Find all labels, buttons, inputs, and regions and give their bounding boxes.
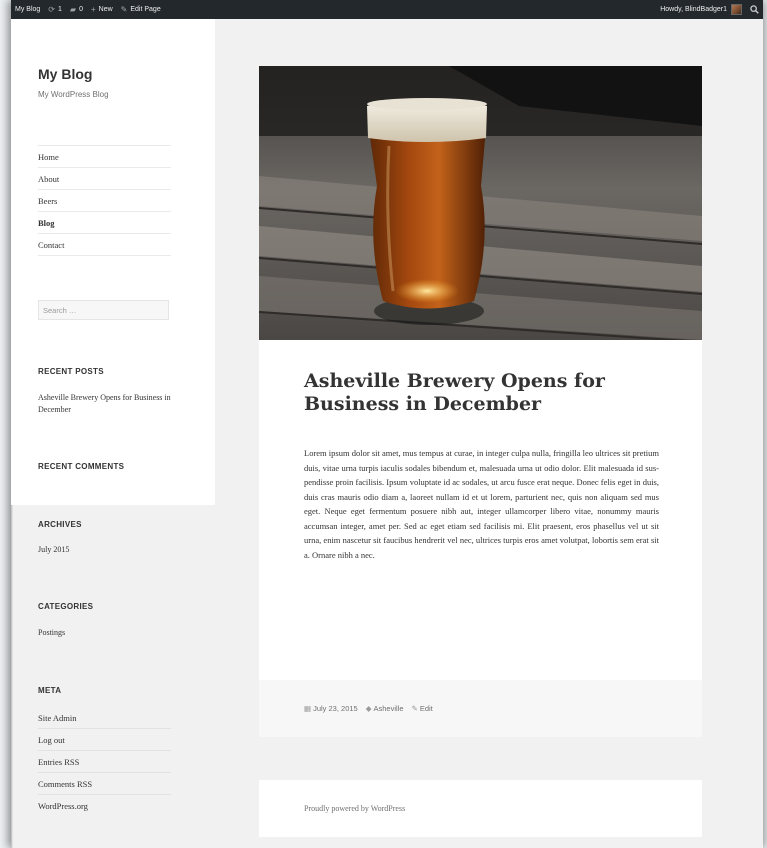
site-title[interactable]: My Blog [38,66,92,82]
sidebar: My Blog My WordPress Blog Home About Bee… [11,19,215,505]
admin-bar-edit-page[interactable]: ✎ Edit Page [117,5,165,14]
updates-count: 1 [58,6,62,13]
admin-bar-left: My Blog ⟳ 1 ▰ 0 + New ✎ Edit Page [11,5,165,14]
nav-item-contact[interactable]: Contact [38,233,171,256]
site-footer: Proudly powered by WordPress [259,780,702,837]
edit-page-label: Edit Page [130,6,161,13]
meta-item-site-admin[interactable]: Site Admin [38,707,171,729]
comments-icon: ▰ [69,5,77,14]
nav-item-blog[interactable]: Blog [38,211,171,233]
plus-icon: + [90,5,96,14]
howdy-text: Howdy, BlindBadger1 [660,6,727,13]
pencil-icon: ✎ [120,5,128,14]
admin-bar-new[interactable]: + New [87,5,117,14]
meta-item-log-out[interactable]: Log out [38,729,171,751]
post-category[interactable]: ◆ Asheville [366,704,404,713]
archive-link[interactable]: July 2015 [38,545,69,554]
meta-list: Site Admin Log out Entries RSS Comments … [38,707,171,816]
admin-bar-search[interactable] [746,5,763,14]
nav-item-home[interactable]: Home [38,145,171,167]
admin-bar-site-name[interactable]: My Blog [11,6,44,13]
post-meta: ▦ July 23, 2015 ◆ Asheville ✎ Edit [304,704,433,713]
edit-pencil-icon: ✎ [411,704,418,713]
comments-count: 0 [79,6,83,13]
browser-frame: My Blog ⟳ 1 ▰ 0 + New ✎ Edit Page Howdy,… [11,0,763,848]
admin-bar-comments[interactable]: ▰ 0 [66,5,87,14]
post-title[interactable]: Asheville Brewery Opens for Business in … [304,370,664,416]
nav-item-about[interactable]: About [38,167,171,189]
post-featured-image [259,66,702,340]
admin-bar-updates[interactable]: ⟳ 1 [44,5,66,14]
tag-icon: ◆ [365,704,372,713]
post-category-text: Asheville [373,704,404,713]
admin-bar: My Blog ⟳ 1 ▰ 0 + New ✎ Edit Page Howdy,… [11,0,763,19]
recent-comments-title: RECENT COMMENTS [38,462,125,471]
post-date-text: July 23, 2015 [313,704,358,713]
meta-title: META [38,686,62,695]
main-navigation: Home About Beers Blog Contact [38,145,171,256]
post-footer: ▦ July 23, 2015 ◆ Asheville ✎ Edit [259,680,702,737]
meta-item-entries-rss[interactable]: Entries RSS [38,751,171,773]
meta-item-comments-rss[interactable]: Comments RSS [38,773,171,795]
archives-title: ARCHIVES [38,520,82,529]
meta-item-wordpress-org[interactable]: WordPress.org [38,795,171,816]
post-edit-link[interactable]: ✎ Edit [412,704,433,713]
search-input[interactable]: Search … [38,300,169,320]
footer-credit[interactable]: Proudly powered by WordPress [304,804,405,813]
site-description: My WordPress Blog [38,90,109,99]
post-edit-text: Edit [419,704,433,713]
nav-item-beers[interactable]: Beers [38,189,171,211]
updates-icon: ⟳ [48,5,55,14]
post-date[interactable]: ▦ July 23, 2015 [304,704,358,713]
categories-title: CATEGORIES [38,602,94,611]
recent-post-link[interactable]: Asheville Brewery Opens for Business in … [38,392,173,416]
admin-bar-right: Howdy, BlindBadger1 [656,4,763,15]
post-content: Lorem ipsum dolor sit amet, mus tempus a… [304,448,659,560]
avatar [731,4,742,15]
calendar-icon: ▦ [304,704,312,713]
search-icon [750,5,759,14]
post-article: Asheville Brewery Opens for Business in … [259,66,702,737]
category-link[interactable]: Postings [38,628,65,637]
recent-posts-title: RECENT POSTS [38,367,104,376]
admin-bar-account[interactable]: Howdy, BlindBadger1 [656,4,746,15]
new-label: New [98,6,113,13]
